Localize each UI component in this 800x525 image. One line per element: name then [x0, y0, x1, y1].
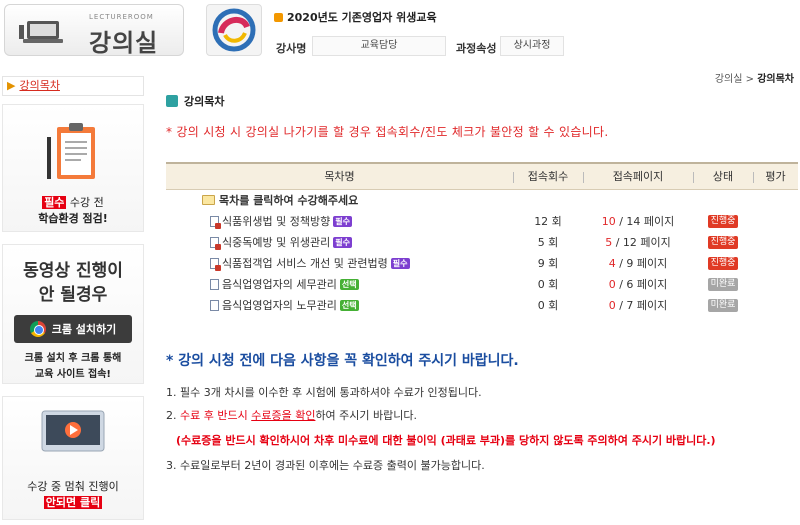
- optional-badge: 선택: [339, 278, 359, 290]
- table-row[interactable]: 식품접객업 서비스 개선 및 관련법령 필수 9 회 4 / 9 페이지 진행중: [166, 252, 798, 273]
- breadcrumb-root[interactable]: 강의실: [715, 74, 743, 85]
- sidebar-item-toc[interactable]: ▶ 강의목차: [2, 76, 144, 96]
- notice-item-3: 3. 수료일로부터 2년이 경과된 이후에는 수료증 출력이 불가능합니다.: [166, 459, 485, 472]
- table-row[interactable]: 식품위생법 및 정책방향 필수 12 회 10 / 14 페이지 진행중: [166, 210, 798, 231]
- document-icon: [210, 215, 221, 229]
- table-row[interactable]: 음식업영업자의 노무관리 선택 0 회 0 / 7 페이지 미완료: [166, 294, 798, 315]
- environment-check-banner[interactable]: 필수 수강 전 학습환경 점검!: [2, 104, 144, 232]
- breadcrumb-current: 강의목차: [757, 74, 794, 85]
- laptop-icon: [19, 21, 63, 43]
- table-row[interactable]: 음식업영업자의 세무관리 선택 0 회 0 / 6 페이지 미완료: [166, 273, 798, 294]
- access-count: 0 회: [537, 277, 559, 291]
- optional-badge: 선택: [339, 299, 359, 311]
- arrow-right-icon: ▶: [7, 79, 16, 92]
- column-access-page: 접속페이지: [583, 163, 693, 189]
- chrome-icon: [29, 321, 46, 337]
- course-title-bullet-icon: [274, 13, 283, 22]
- folder-row: 목차를 클릭하여 수강해주세요: [166, 189, 798, 210]
- column-evaluation: 평가: [753, 163, 798, 189]
- document-icon: [210, 299, 219, 311]
- install-chrome-button[interactable]: 크롬 설치하기: [14, 315, 132, 343]
- document-icon: [210, 278, 219, 290]
- logo-title: 강의실: [89, 29, 159, 57]
- video-help-line1: 동영상 진행이: [23, 261, 123, 281]
- course-title: 2020년도 기존영업자 위생교육: [274, 9, 437, 25]
- table-row[interactable]: 식중독예방 및 위생관리 필수 5 회 5 / 12 페이지 진행중: [166, 231, 798, 252]
- access-count: 0 회: [537, 298, 559, 312]
- status-badge: 진행중: [707, 215, 739, 228]
- table-header-row: 목차명 접속회수 접속페이지 상태 평가: [166, 163, 798, 189]
- lesson-title[interactable]: 음식업영업자의 세무관리: [222, 278, 337, 291]
- access-count: 12 회: [534, 214, 562, 228]
- required-badge: 필수: [390, 257, 410, 269]
- logo-subtitle: LECTUREROOM: [89, 13, 154, 21]
- lesson-table: 목차명 접속회수 접속페이지 상태 평가 목차를 클릭하여 수강해주세요 식품위…: [166, 162, 798, 315]
- instructor-label: 강사명: [276, 42, 307, 55]
- required-badge: 필수: [333, 215, 352, 227]
- video-player-icon: [41, 410, 105, 452]
- folder-icon: [202, 194, 215, 205]
- lesson-title[interactable]: 음식업영업자의 노무관리: [222, 299, 337, 312]
- status-badge: 미완료: [707, 278, 739, 291]
- playback-stop-banner[interactable]: 수강 중 멈춰 진행이 안되면 클릭: [2, 396, 144, 520]
- course-type-value: 상시과정: [500, 36, 564, 56]
- lesson-title[interactable]: 식중독예방 및 위생관리: [222, 236, 330, 249]
- clipboard-icon: [47, 123, 95, 179]
- header: LECTUREROOM 강의실 2020년도 기존영업자 위생교육 강사명 교육…: [0, 0, 800, 62]
- notice-title: * 강의 시청 전에 다음 사항을 꼭 확인하여 주시기 바랍니다.: [166, 353, 519, 369]
- lectureroom-logo: LECTUREROOM 강의실: [4, 4, 184, 57]
- notice-item-2-detail: (수료증을 반드시 확인하시어 차후 미수료에 대한 불이익 (과태료 부과)를…: [176, 434, 716, 447]
- access-page: 0 / 6 페이지: [608, 277, 668, 291]
- breadcrumb: 강의실 > 강의목차: [714, 74, 794, 85]
- column-title: 목차명: [324, 170, 355, 184]
- playback-stop-text: 수강 중 멈춰 진행이 안되면 클릭: [27, 480, 119, 509]
- access-count: 9 회: [537, 256, 559, 270]
- environment-check-text: 필수 수강 전 학습환경 점검!: [38, 196, 108, 225]
- notice-item-1: 1. 필수 3개 차시를 이수한 후 시험에 통과하셔야 수료가 인정됩니다.: [166, 386, 482, 399]
- document-icon: [210, 257, 221, 271]
- required-badge: 필수: [333, 236, 352, 248]
- status-badge: 진행중: [707, 236, 739, 249]
- course-emblem: [206, 4, 262, 56]
- video-help-line2: 안 될경우: [38, 285, 108, 305]
- video-help-desc: 크롬 설치 후 크롬 통해 교육 사이트 접속!: [24, 353, 122, 380]
- page-title: 강의목차: [166, 93, 224, 109]
- status-badge: 미완료: [707, 299, 739, 312]
- access-page: 4 / 9 페이지: [608, 256, 668, 270]
- warning-text: * 강의 시청 시 강의실 나가기를 할 경우 접속회수/진도 체크가 불안정 …: [166, 125, 609, 139]
- section-title-icon: [166, 95, 178, 107]
- lesson-title[interactable]: 식품접객업 서비스 개선 및 관련법령: [222, 257, 388, 270]
- access-page: 10 / 14 페이지: [601, 214, 675, 228]
- instructor-value: 교육담당: [312, 36, 446, 56]
- video-help-banner: 동영상 진행이 안 될경우 크롬 설치하기 크롬 설치 후 크롬 통해 교육 사이…: [2, 244, 144, 384]
- status-badge: 진행중: [707, 257, 739, 270]
- notice-item-2: 2. 수료 후 반드시 수료증을 확인하여 주시기 바랍니다.: [166, 409, 418, 422]
- course-type-label: 과정속성: [456, 42, 497, 55]
- column-access-count: 접속회수: [513, 163, 583, 189]
- access-count: 5 회: [537, 235, 559, 249]
- column-status: 상태: [693, 163, 753, 189]
- access-page: 0 / 7 페이지: [608, 298, 668, 312]
- swirl-emblem-icon: [212, 8, 256, 52]
- document-icon: [210, 236, 221, 250]
- access-page: 5 / 12 페이지: [605, 235, 671, 249]
- lesson-title[interactable]: 식품위생법 및 정책방향: [222, 215, 330, 228]
